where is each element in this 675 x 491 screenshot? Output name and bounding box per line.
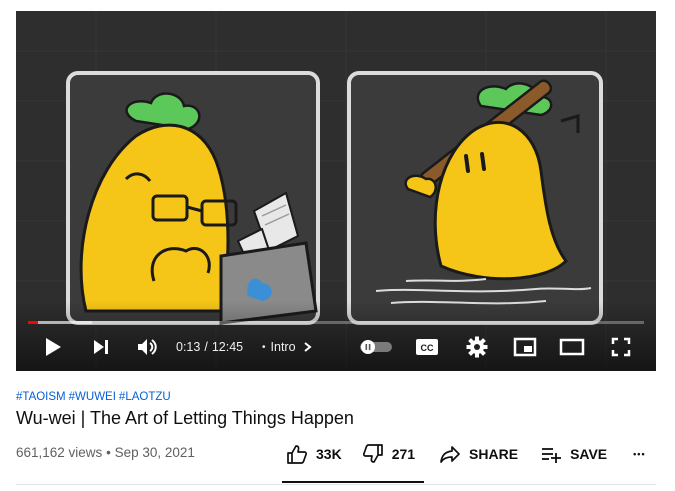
divider xyxy=(16,484,656,485)
volume-icon xyxy=(138,339,157,355)
video-title: Wu-wei | The Art of Letting Things Happe… xyxy=(16,408,354,428)
thumbs-up-icon xyxy=(287,445,308,464)
theater-button[interactable] xyxy=(556,329,588,365)
next-icon xyxy=(94,340,108,354)
chapter-title: Intro xyxy=(270,340,296,354)
hashtag-link[interactable]: #WUWEI xyxy=(69,391,116,403)
current-time: 0:13 xyxy=(176,340,201,354)
share-label: SHARE xyxy=(469,446,519,462)
share-icon xyxy=(440,446,460,463)
hashtag-link[interactable]: #LAOTZU xyxy=(119,391,171,403)
miniplayer-button[interactable] xyxy=(510,329,540,365)
hashtag-link[interactable]: #TAOISM xyxy=(16,391,66,403)
captions-button[interactable]: CC xyxy=(412,329,442,365)
gear-icon xyxy=(466,336,488,358)
action-bar: 33K 271 SHARE SAVE ••• xyxy=(286,440,646,468)
settings-button[interactable] xyxy=(462,329,492,365)
chapter-button[interactable]: • Intro xyxy=(262,329,313,365)
play-icon xyxy=(46,338,61,356)
video-player[interactable]: 0:13 / 12:45 • Intro CC xyxy=(16,11,656,371)
meta-separator: • xyxy=(106,445,111,460)
more-icon: ••• xyxy=(633,449,646,459)
chevron-right-icon xyxy=(303,342,312,352)
play-button[interactable] xyxy=(36,329,70,365)
fullscreen-button[interactable] xyxy=(606,329,636,365)
player-controls: 0:13 / 12:45 • Intro CC xyxy=(16,329,656,365)
more-actions-button[interactable]: ••• xyxy=(633,449,645,459)
duration: 12:45 xyxy=(211,340,244,354)
fullscreen-icon xyxy=(611,337,631,357)
publish-date: Sep 30, 2021 xyxy=(114,445,195,460)
video-meta: 661,162 views • Sep 30, 2021 xyxy=(16,445,195,460)
autoplay-toggle[interactable] xyxy=(358,329,394,365)
progress-bar[interactable] xyxy=(28,321,644,324)
hashtags: #TAOISM #WUWEI #LAOTZU xyxy=(16,391,171,403)
thumbs-down-icon xyxy=(362,444,383,463)
dislike-count: 271 xyxy=(391,446,416,462)
theater-mode-icon xyxy=(559,338,585,356)
share-button[interactable]: SHARE xyxy=(439,444,518,464)
volume-button[interactable] xyxy=(132,329,162,365)
save-button[interactable]: SAVE xyxy=(540,444,607,464)
like-button[interactable]: 33K xyxy=(286,444,342,464)
cc-label: CC xyxy=(421,343,434,353)
next-button[interactable] xyxy=(86,329,116,365)
dislike-button[interactable]: 271 xyxy=(362,444,415,464)
time-display: 0:13 / 12:45 xyxy=(176,329,243,365)
save-label: SAVE xyxy=(570,446,608,462)
like-count: 33K xyxy=(316,446,342,462)
time-separator: / xyxy=(204,340,208,354)
like-dislike-underline xyxy=(282,481,424,483)
progress-played xyxy=(28,321,39,324)
playlist-add-icon xyxy=(542,448,562,463)
miniplayer-icon xyxy=(513,337,537,357)
cc-icon: CC xyxy=(416,339,438,355)
autoplay-toggle-icon xyxy=(360,340,392,354)
chapter-bullet: • xyxy=(262,341,266,353)
view-count: 661,162 views xyxy=(16,445,103,460)
